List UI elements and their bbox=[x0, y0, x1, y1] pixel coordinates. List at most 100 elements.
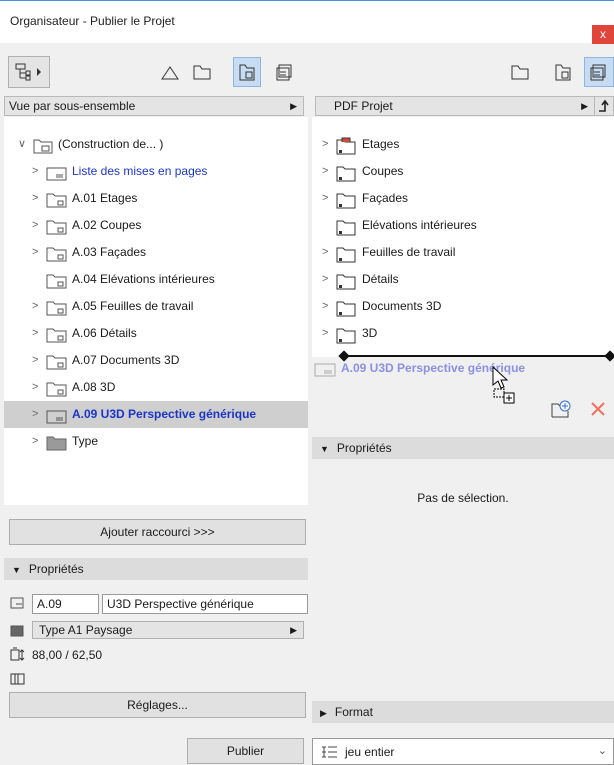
view-selector-label: Vue par sous-ensemble bbox=[9, 99, 136, 113]
publisher-item-facades[interactable]: > Façades bbox=[322, 185, 614, 212]
layout-id-field[interactable]: A.09 bbox=[32, 594, 99, 614]
publisher-item-3d[interactable]: > 3D bbox=[322, 320, 614, 347]
tree-item-layout-list[interactable]: > Liste des mises en pages bbox=[32, 158, 308, 185]
master-layout-dropdown[interactable]: Type A1 Paysage ▶ bbox=[32, 621, 304, 639]
tree-item-label: A.04 Elévations intérieures bbox=[72, 272, 215, 286]
chevron-right-icon[interactable]: > bbox=[32, 293, 44, 320]
tree-item-label: A.03 Façades bbox=[72, 245, 147, 259]
right-layout-book-tab[interactable] bbox=[551, 60, 575, 84]
triangle-right-icon: ▶ bbox=[290, 101, 297, 111]
publisher-item-label: 3D bbox=[362, 326, 378, 340]
tree-item-label: A.02 Coupes bbox=[72, 218, 142, 232]
publisher-item-coupes[interactable]: > Coupes bbox=[322, 158, 614, 185]
triangle-down-icon: ▼ bbox=[320, 444, 329, 454]
tree-item-a03[interactable]: > A.03 Façades bbox=[32, 239, 308, 266]
publisher-icon bbox=[276, 64, 292, 81]
publish-folder-icon bbox=[336, 326, 358, 354]
layout-id-icon bbox=[10, 597, 24, 612]
chevron-right-icon[interactable]: > bbox=[32, 374, 44, 401]
scope-value: jeu entier bbox=[345, 745, 395, 759]
format-header[interactable]: ▶ Format bbox=[312, 701, 614, 723]
publisher-item-label: Façades bbox=[362, 191, 409, 205]
chevron-right-icon[interactable]: > bbox=[32, 212, 44, 239]
publisher-item-elevations[interactable]: Elévations intérieures bbox=[322, 212, 614, 239]
chevron-right-icon[interactable]: > bbox=[322, 293, 334, 320]
tree-item-label: (Construction de... ) bbox=[58, 137, 164, 151]
revision-icon bbox=[10, 673, 26, 688]
layout-tree-icon bbox=[15, 63, 41, 81]
triangle-right-icon: ▶ bbox=[320, 708, 327, 718]
right-properties-header[interactable]: ▼ Propriétés bbox=[312, 437, 614, 459]
publisher-item-details[interactable]: > Détails bbox=[322, 266, 614, 293]
tree-item-a08[interactable]: > A.08 3D bbox=[32, 374, 308, 401]
view-selector-dropdown[interactable]: Vue par sous-ensemble ▶ bbox=[4, 96, 304, 116]
drag-copy-cursor-icon bbox=[490, 365, 518, 409]
tree-item-label: A.07 Documents 3D bbox=[72, 353, 180, 367]
triangle-right-icon: ▶ bbox=[581, 101, 588, 111]
chevron-right-icon[interactable]: > bbox=[32, 401, 44, 428]
format-title: Format bbox=[334, 705, 373, 719]
chevron-right-icon[interactable]: > bbox=[32, 320, 44, 347]
publisher-set-dropdown[interactable]: PDF Projet ▶ bbox=[315, 96, 595, 116]
master-layout-value: Type A1 Paysage bbox=[39, 623, 133, 637]
tree-item-a05[interactable]: > A.05 Feuilles de travail bbox=[32, 293, 308, 320]
right-view-map-tab[interactable] bbox=[508, 60, 532, 84]
left-properties-header[interactable]: ▼ Propriétés bbox=[4, 558, 308, 580]
publisher-sets-tab[interactable] bbox=[273, 60, 297, 84]
chevron-right-icon[interactable]: > bbox=[32, 347, 44, 374]
publish-button[interactable]: Publier bbox=[187, 738, 304, 764]
chevron-right-icon[interactable]: > bbox=[32, 239, 44, 266]
drag-ghost-layout-icon bbox=[314, 361, 338, 380]
right-publisher-sets-tab[interactable] bbox=[584, 57, 614, 87]
chevron-right-icon[interactable]: > bbox=[322, 239, 334, 266]
view-folder-icon bbox=[511, 65, 529, 80]
tree-item-label: A.06 Détails bbox=[72, 326, 137, 340]
layout-book-tab[interactable] bbox=[233, 57, 261, 87]
chevron-right-icon[interactable]: > bbox=[322, 158, 334, 185]
project-map-tab[interactable] bbox=[158, 60, 182, 84]
tree-item-label: A.05 Feuilles de travail bbox=[72, 299, 194, 313]
publisher-set-label: PDF Projet bbox=[334, 99, 393, 113]
tree-item-a07[interactable]: > A.07 Documents 3D bbox=[32, 347, 308, 374]
drop-insertion-line bbox=[343, 355, 611, 357]
layout-dropdown-button[interactable] bbox=[8, 56, 50, 88]
new-item-button[interactable] bbox=[548, 397, 574, 421]
delete-button[interactable] bbox=[586, 397, 610, 421]
right-properties-title: Propriétés bbox=[336, 441, 392, 455]
tree-item-a06[interactable]: > A.06 Détails bbox=[32, 320, 308, 347]
triangle-down-icon: ▼ bbox=[12, 565, 21, 575]
go-up-button[interactable] bbox=[594, 96, 614, 116]
scope-dropdown[interactable]: jeu entier ⌄ bbox=[312, 738, 614, 765]
publisher-item-label: Détails bbox=[362, 272, 399, 286]
settings-button[interactable]: Réglages... bbox=[9, 692, 306, 718]
chevron-right-icon[interactable]: > bbox=[322, 320, 334, 347]
tree-item-a02[interactable]: > A.02 Coupes bbox=[32, 212, 308, 239]
chevron-right-icon[interactable]: > bbox=[32, 158, 44, 185]
tree-list-icon bbox=[321, 745, 339, 762]
new-folder-plus-icon bbox=[551, 400, 571, 418]
view-folder-icon bbox=[193, 65, 211, 80]
layout-book-icon bbox=[239, 64, 255, 81]
chevron-right-icon[interactable]: > bbox=[322, 131, 334, 158]
chevron-down-icon[interactable]: ∨ bbox=[18, 131, 30, 158]
tree-item-a01[interactable]: > A.01 Etages bbox=[32, 185, 308, 212]
close-button[interactable]: x bbox=[592, 25, 614, 44]
tree-item-a09-selected[interactable]: > A.09 U3D Perspective générique bbox=[4, 401, 308, 428]
view-map-tab[interactable] bbox=[190, 60, 214, 84]
chevron-right-icon[interactable]: > bbox=[322, 185, 334, 212]
tree-item-a04[interactable]: A.04 Elévations intérieures bbox=[32, 266, 308, 293]
chevron-right-icon[interactable]: > bbox=[32, 185, 44, 212]
tree-item-type[interactable]: > Type bbox=[32, 428, 308, 455]
size-icon bbox=[10, 647, 26, 664]
layout-name-field[interactable]: U3D Perspective générique bbox=[102, 594, 308, 614]
publisher-item-feuilles[interactable]: > Feuilles de travail bbox=[322, 239, 614, 266]
publisher-item-etages[interactable]: > Etages bbox=[322, 131, 614, 158]
chevron-right-icon[interactable]: > bbox=[32, 428, 44, 455]
chevron-right-icon[interactable]: > bbox=[322, 266, 334, 293]
tree-item-label: A.08 3D bbox=[72, 380, 116, 394]
publisher-item-documents3d[interactable]: > Documents 3D bbox=[322, 293, 614, 320]
add-shortcut-button[interactable]: Ajouter raccourci >>> bbox=[9, 519, 306, 545]
master-layout-icon bbox=[10, 625, 24, 640]
tree-item-root[interactable]: ∨ (Construction de... ) bbox=[18, 131, 308, 158]
left-properties-title: Propriétés bbox=[28, 562, 84, 576]
